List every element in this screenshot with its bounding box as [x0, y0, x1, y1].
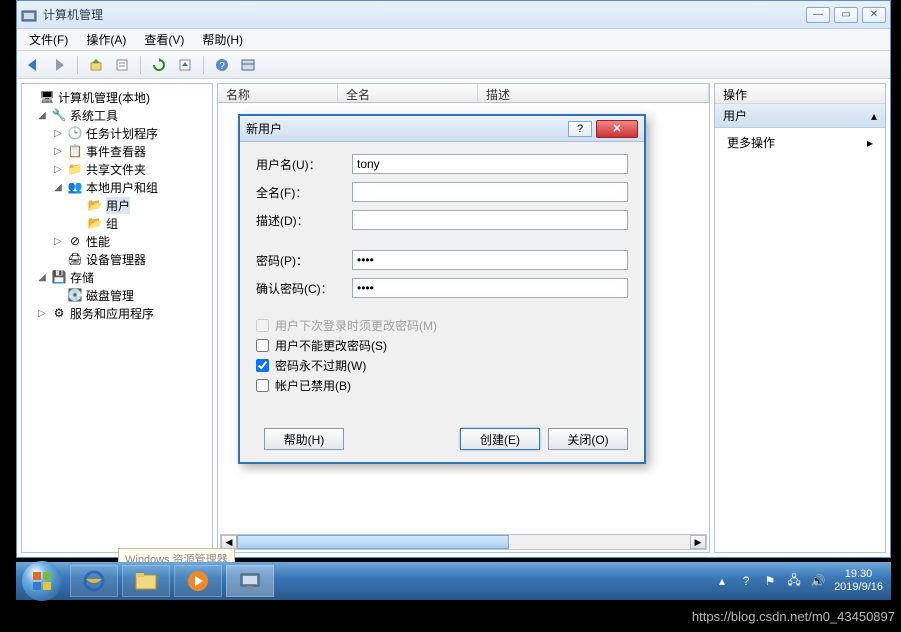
- properties-button[interactable]: [112, 55, 132, 75]
- menu-file[interactable]: 文件(F): [21, 29, 76, 50]
- scroll-thumb[interactable]: [237, 535, 509, 549]
- tree-localusers[interactable]: 本地用户和组: [86, 179, 158, 196]
- storage-icon: 💾: [51, 269, 67, 285]
- taskbar-clock[interactable]: 19:302019/9/16: [834, 568, 883, 594]
- close-button[interactable]: ✕: [862, 7, 886, 23]
- minimize-button[interactable]: —: [806, 7, 830, 23]
- toolbar: ?: [17, 51, 890, 79]
- col-name[interactable]: 名称: [218, 84, 338, 102]
- scroll-left-button[interactable]: ◀: [221, 535, 237, 549]
- taskbar-explorer[interactable]: [122, 565, 170, 597]
- username-input[interactable]: [352, 154, 628, 174]
- refresh-button[interactable]: [149, 55, 169, 75]
- tree-services[interactable]: 服务和应用程序: [70, 305, 154, 322]
- tray-help-icon[interactable]: ?: [738, 573, 754, 589]
- window-title: 计算机管理: [43, 6, 806, 23]
- computer-icon: 🖥: [39, 89, 55, 105]
- create-button[interactable]: 创建(E): [460, 428, 540, 450]
- horizontal-scrollbar[interactable]: ◀ ▶: [220, 534, 707, 550]
- scroll-right-button[interactable]: ▶: [690, 535, 706, 549]
- username-label: 用户名(U)：: [256, 156, 352, 173]
- col-desc[interactable]: 描述: [478, 84, 709, 102]
- svg-text:?: ?: [219, 61, 225, 72]
- chevron-right-icon: ▸: [867, 136, 873, 150]
- close-dialog-button[interactable]: 关闭(O): [548, 428, 628, 450]
- tree-shared[interactable]: 共享文件夹: [86, 161, 146, 178]
- tree-systools[interactable]: 系统工具: [70, 107, 118, 124]
- taskbar-compmgmt[interactable]: [226, 565, 274, 597]
- clock-icon: 🕒: [67, 125, 83, 141]
- menu-view[interactable]: 查看(V): [136, 29, 192, 50]
- dialog-close-button[interactable]: ✕: [596, 120, 638, 138]
- actions-header: 操作: [715, 84, 885, 104]
- confirm-label: 确认密码(C)：: [256, 280, 352, 297]
- new-user-dialog: 新用户 ? ✕ 用户名(U)： 全名(F)： 描述(D)： 密码(P)： 确认密…: [238, 114, 646, 464]
- back-button[interactable]: [23, 55, 43, 75]
- chk-cannotchange[interactable]: [256, 339, 269, 352]
- folder-icon: 📂: [87, 215, 103, 231]
- dialog-title: 新用户: [246, 120, 568, 137]
- chk-mustchange: [256, 319, 269, 332]
- menubar: 文件(F) 操作(A) 查看(V) 帮助(H): [17, 29, 890, 51]
- tree-diskmgr[interactable]: 磁盘管理: [86, 287, 134, 304]
- col-fullname[interactable]: 全名: [338, 84, 478, 102]
- forward-button[interactable]: [49, 55, 69, 75]
- password-label: 密码(P)：: [256, 252, 352, 269]
- dialog-titlebar[interactable]: 新用户 ? ✕: [240, 116, 644, 142]
- chk-neverexpire[interactable]: [256, 359, 269, 372]
- tray-up-icon[interactable]: ▴: [714, 573, 730, 589]
- menu-action[interactable]: 操作(A): [78, 29, 134, 50]
- maximize-button[interactable]: ▭: [834, 7, 858, 23]
- export-button[interactable]: [175, 55, 195, 75]
- watermark: https://blog.csdn.net/m0_43450897: [692, 609, 895, 624]
- tree-users[interactable]: 用户: [106, 197, 130, 214]
- users-group-icon: 👥: [67, 179, 83, 195]
- tree-groups[interactable]: 组: [106, 215, 118, 232]
- desc-label: 描述(D)：: [256, 212, 352, 229]
- fullname-input[interactable]: [352, 182, 628, 202]
- perf-icon: ⊘: [67, 233, 83, 249]
- confirm-input[interactable]: [352, 278, 628, 298]
- password-input[interactable]: [352, 250, 628, 270]
- taskbar-media[interactable]: [174, 565, 222, 597]
- help-button[interactable]: ?: [212, 55, 232, 75]
- view-button[interactable]: [238, 55, 258, 75]
- titlebar[interactable]: 计算机管理 — ▭ ✕: [17, 1, 890, 29]
- start-button[interactable]: [22, 561, 62, 601]
- list-header[interactable]: 名称 全名 描述: [217, 83, 710, 103]
- services-icon: ⚙: [51, 305, 67, 321]
- tree-storage[interactable]: 存储: [70, 269, 94, 286]
- taskbar-ie[interactable]: [70, 565, 118, 597]
- disk-icon: 💽: [67, 287, 83, 303]
- wrench-icon: 🔧: [51, 107, 67, 123]
- tray-volume-icon[interactable]: 🔊: [810, 573, 826, 589]
- chk-disabled[interactable]: [256, 379, 269, 392]
- tree-devmgr[interactable]: 设备管理器: [86, 251, 146, 268]
- folder-icon: 📂: [87, 197, 103, 213]
- tree-event[interactable]: 事件查看器: [86, 143, 146, 160]
- desc-input[interactable]: [352, 210, 628, 230]
- actions-pane: 操作 用户▴ 更多操作▸: [714, 83, 886, 553]
- system-tray: ▴ ? ⚑ 🖧 🔊 19:302019/9/16: [714, 568, 891, 594]
- actions-section[interactable]: 用户▴: [715, 104, 885, 128]
- dialog-help-button[interactable]: ?: [568, 121, 592, 137]
- fullname-label: 全名(F)：: [256, 184, 352, 201]
- device-icon: 🖨: [67, 251, 83, 267]
- tree-root[interactable]: 计算机管理(本地): [58, 89, 150, 106]
- up-button[interactable]: [86, 55, 106, 75]
- tree-pane[interactable]: 🖥计算机管理(本地) ◢🔧系统工具 ▷🕒任务计划程序 ▷📋事件查看器 ▷📁共享文…: [21, 83, 213, 553]
- shared-icon: 📁: [67, 161, 83, 177]
- help-button[interactable]: 帮助(H): [264, 428, 344, 450]
- tree-perf[interactable]: 性能: [86, 233, 110, 250]
- app-icon: [21, 7, 37, 23]
- collapse-icon[interactable]: ▴: [871, 109, 877, 123]
- tray-network-icon[interactable]: 🖧: [786, 573, 802, 589]
- actions-more[interactable]: 更多操作▸: [715, 128, 885, 157]
- tray-flag-icon[interactable]: ⚑: [762, 573, 778, 589]
- tree-task[interactable]: 任务计划程序: [86, 125, 158, 142]
- taskbar[interactable]: ▴ ? ⚑ 🖧 🔊 19:302019/9/16: [16, 562, 891, 600]
- event-icon: 📋: [67, 143, 83, 159]
- menu-help[interactable]: 帮助(H): [194, 29, 251, 50]
